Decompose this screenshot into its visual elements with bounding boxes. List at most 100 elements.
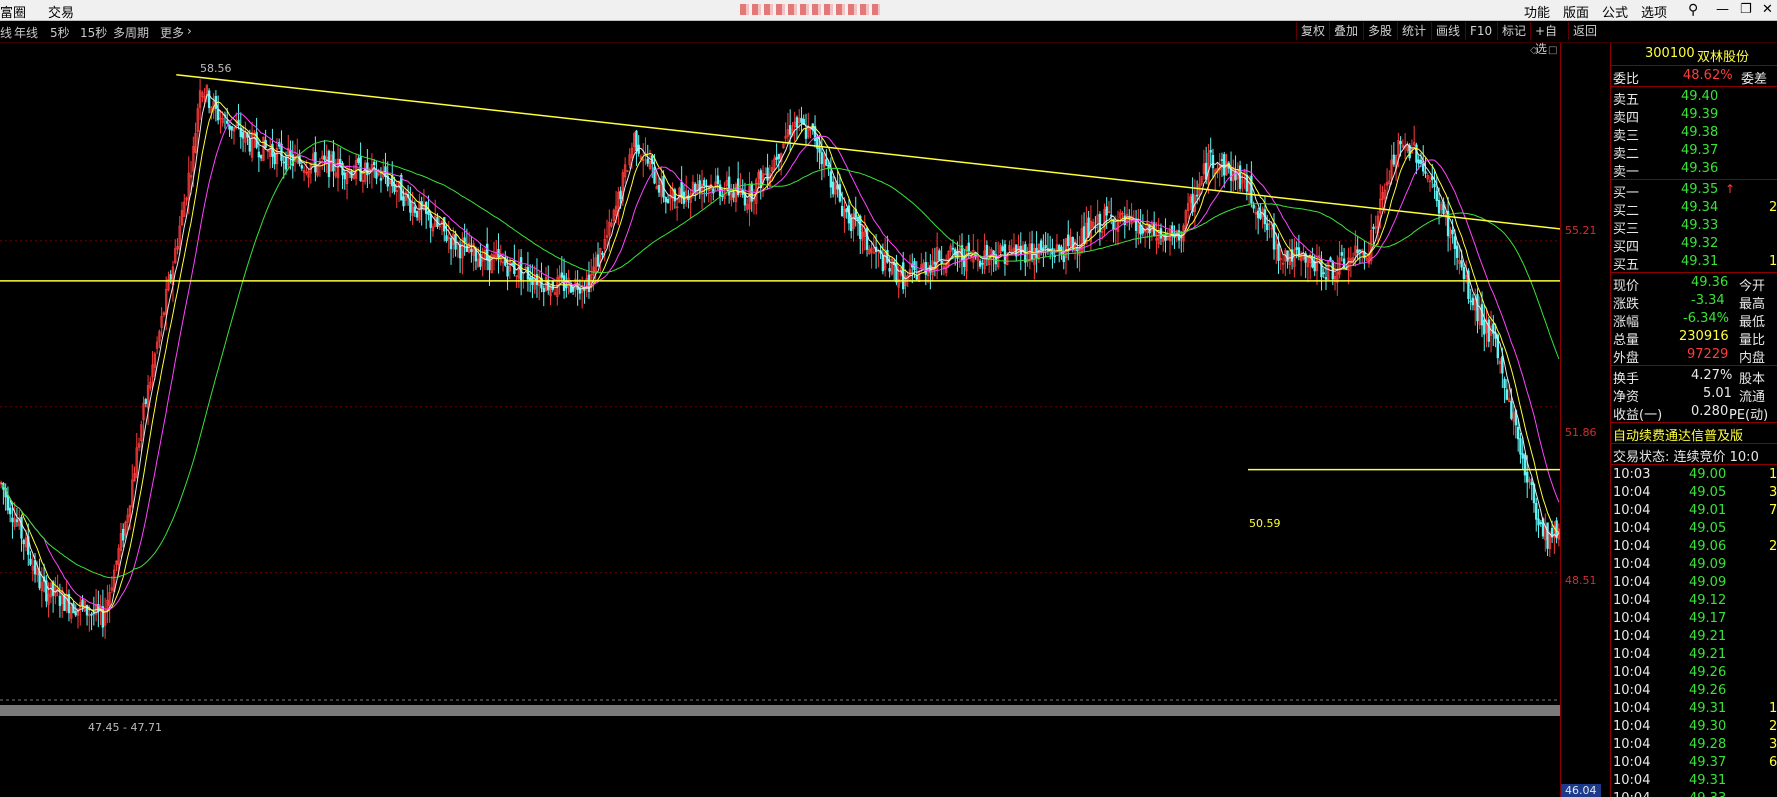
candle-body bbox=[1220, 159, 1224, 161]
tick-time: 10:04 bbox=[1613, 683, 1651, 698]
tick-price: 49.05 bbox=[1689, 521, 1727, 536]
candle-body bbox=[1501, 356, 1504, 374]
separator bbox=[1611, 179, 1777, 180]
candle-body bbox=[1483, 319, 1486, 335]
candle-body bbox=[1399, 141, 1402, 145]
fin-row-netasset: 净资 5.01 流通 bbox=[1613, 386, 1766, 405]
candle-body bbox=[635, 130, 638, 152]
candle-body bbox=[560, 272, 564, 278]
candle-body bbox=[1256, 210, 1260, 219]
candle-body bbox=[22, 539, 25, 545]
candlesticks bbox=[0, 78, 1560, 639]
button-add-watchlist[interactable]: +自选 bbox=[1530, 22, 1568, 56]
tick-volume: 7 bbox=[1769, 503, 1777, 518]
candle-body bbox=[831, 181, 835, 195]
candle-body bbox=[375, 170, 378, 179]
candle-body bbox=[169, 274, 172, 280]
candle-body bbox=[716, 175, 720, 185]
button-overlay[interactable]: 叠加 bbox=[1329, 22, 1363, 40]
candle-body bbox=[978, 260, 982, 267]
separator bbox=[1611, 272, 1777, 273]
candle-body bbox=[664, 197, 668, 203]
support-icon[interactable]: ⚲ bbox=[1688, 2, 1698, 18]
ma20-line bbox=[0, 112, 1560, 610]
tick-row: 10:04 49.05 3 bbox=[1611, 484, 1777, 502]
candle-body bbox=[1105, 206, 1108, 216]
button-draw[interactable]: 画线 bbox=[1431, 22, 1465, 40]
separator bbox=[1611, 86, 1777, 87]
period-tab-multi[interactable]: 多周期 bbox=[113, 24, 149, 41]
sell-row-5: 卖五 49.40 bbox=[1613, 89, 1719, 108]
candle-body bbox=[1455, 245, 1459, 258]
tick-row: 10:04 49.05 bbox=[1611, 520, 1777, 538]
candle-body bbox=[1415, 144, 1418, 163]
candle-body bbox=[1277, 243, 1280, 261]
tick-time: 10:04 bbox=[1613, 485, 1651, 500]
period-tab-5s[interactable]: 5秒 bbox=[50, 24, 70, 41]
tick-time: 10:04 bbox=[1613, 629, 1651, 644]
candle-body bbox=[1295, 247, 1298, 250]
menu-item-options[interactable]: 选项 bbox=[1641, 2, 1667, 21]
restore-icon[interactable]: ❐ bbox=[1740, 2, 1752, 17]
minimize-icon[interactable]: — bbox=[1716, 2, 1729, 17]
candle-body bbox=[1039, 240, 1043, 251]
candle-body bbox=[74, 611, 77, 616]
close-icon[interactable]: ✕ bbox=[1762, 2, 1773, 17]
tick-time: 10:04 bbox=[1613, 737, 1651, 752]
candle-body bbox=[1071, 236, 1074, 251]
candle-body bbox=[825, 159, 828, 166]
candle-body bbox=[850, 217, 853, 232]
candle-body bbox=[680, 181, 683, 198]
menu-item-formula[interactable]: 公式 bbox=[1602, 2, 1628, 21]
candlestick-chart[interactable]: 58.56 47.45 - 47.71 50.59 bbox=[0, 43, 1560, 797]
candle-body bbox=[226, 120, 229, 124]
menu-item-fuquan[interactable]: 富圈 bbox=[0, 2, 26, 21]
candle-body bbox=[20, 516, 23, 539]
button-mark[interactable]: 标记 bbox=[1497, 22, 1530, 40]
button-f10[interactable]: F10 bbox=[1465, 22, 1497, 40]
tick-row: 10:04 49.21 bbox=[1611, 646, 1777, 664]
candle-body bbox=[1266, 223, 1269, 231]
tick-time: 10:04 bbox=[1613, 773, 1651, 788]
ad-banner[interactable]: 自动续费通达信普及版 bbox=[1611, 424, 1777, 444]
resistance-trendline[interactable] bbox=[176, 74, 1560, 230]
weibi-row: 委比 48.62% 委差 bbox=[1611, 67, 1777, 87]
sell-row-4: 卖四 49.39 bbox=[1613, 107, 1719, 126]
tick-time: 10:04 bbox=[1613, 539, 1651, 554]
candle-body bbox=[357, 158, 360, 163]
candle-body bbox=[732, 192, 735, 198]
trade-status: 交易状态: 连续竞价 10:0 bbox=[1613, 450, 1759, 465]
candle-body bbox=[15, 519, 19, 523]
separator bbox=[1611, 422, 1777, 423]
price-tick-current: 46.04 bbox=[1561, 784, 1601, 797]
button-fuquan[interactable]: 复权 bbox=[1296, 22, 1329, 40]
button-stats[interactable]: 统计 bbox=[1397, 22, 1431, 40]
candle-body bbox=[827, 165, 830, 169]
tick-price: 49.09 bbox=[1689, 575, 1727, 590]
separator bbox=[1611, 443, 1777, 444]
candle-body bbox=[343, 172, 346, 180]
period-tab-fragment[interactable]: 线 bbox=[0, 24, 12, 41]
candle-body bbox=[1521, 453, 1524, 459]
tick-price: 49.01 bbox=[1689, 503, 1727, 518]
tick-row: 10:04 49.28 3 bbox=[1611, 736, 1777, 754]
candle-body bbox=[601, 252, 604, 255]
period-tab-year[interactable]: 年线 bbox=[14, 24, 38, 41]
candle-body bbox=[845, 208, 848, 213]
candle-body bbox=[856, 217, 860, 222]
buy-row-2: 买二 49.34 2 bbox=[1613, 200, 1777, 219]
button-multistock[interactable]: 多股 bbox=[1363, 22, 1397, 40]
period-tab-15s[interactable]: 15秒 bbox=[80, 24, 107, 41]
menu-item-layout[interactable]: 版面 bbox=[1563, 2, 1589, 21]
sell-row-3: 卖三 49.38 bbox=[1613, 125, 1719, 144]
menu-item-function[interactable]: 功能 bbox=[1524, 2, 1550, 21]
price-tick-2: 51.86 bbox=[1565, 426, 1597, 439]
menu-item-trade[interactable]: 交易 bbox=[48, 2, 74, 21]
candle-body bbox=[596, 254, 600, 267]
candle-body bbox=[1460, 260, 1463, 268]
candle-body bbox=[1471, 297, 1475, 306]
period-tab-more[interactable]: 更多 bbox=[160, 24, 184, 41]
button-back[interactable]: 返回 bbox=[1568, 22, 1602, 40]
candle-body bbox=[323, 155, 326, 160]
ma5-line bbox=[0, 94, 1560, 614]
